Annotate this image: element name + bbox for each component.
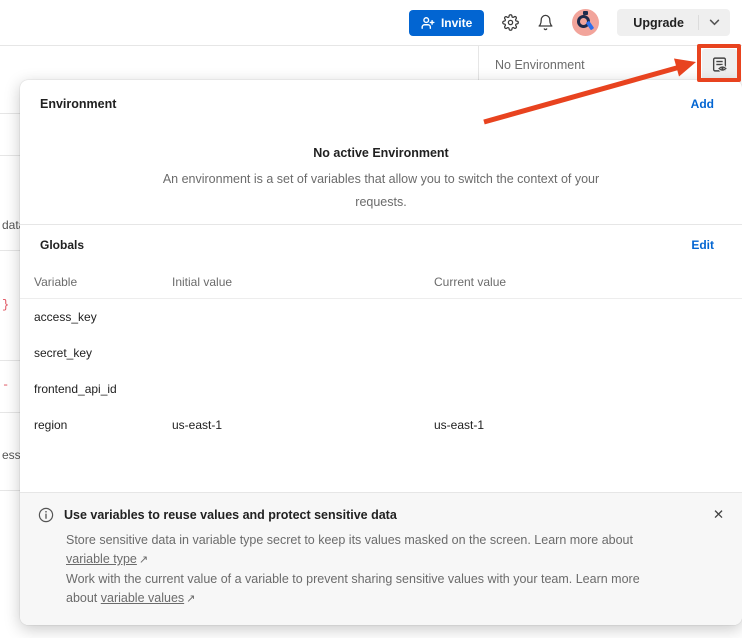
banner-body: Store sensitive data in variable type se… <box>38 531 722 609</box>
add-environment-button[interactable]: Add <box>691 97 714 111</box>
top-bar-actions: Invite Upgrade <box>409 0 730 45</box>
table-row[interactable]: access_key <box>20 299 742 335</box>
table-row[interactable]: secret_key <box>20 335 742 371</box>
empty-state-description: An environment is a set of variables tha… <box>146 168 616 214</box>
variable-values-link[interactable]: variable values <box>101 591 184 605</box>
gear-icon <box>502 14 519 31</box>
close-icon[interactable]: ✕ <box>713 507 724 523</box>
column-header-initial-value: Initial value <box>172 275 434 289</box>
divider <box>0 412 20 413</box>
divider <box>0 360 20 361</box>
variable-name: frontend_api_id <box>34 382 172 396</box>
invite-button-label: Invite <box>441 16 472 30</box>
background-text-fragment: } <box>2 298 20 312</box>
variable-type-link[interactable]: variable type <box>66 552 137 566</box>
background-text-fragment: ess <box>2 448 20 462</box>
avatar-pen <box>586 21 594 31</box>
invite-button[interactable]: Invite <box>409 10 484 36</box>
external-link-icon: ↗ <box>139 551 148 570</box>
globals-title: Globals <box>40 238 84 252</box>
edit-globals-button[interactable]: Edit <box>691 238 714 252</box>
upgrade-button[interactable]: Upgrade <box>617 9 730 36</box>
environment-selector[interactable]: No Environment <box>479 46 700 83</box>
table-header-row: Variable Initial value Current value <box>20 265 742 299</box>
top-bar: Invite Upgrade <box>0 0 742 45</box>
column-header-current-value: Current value <box>434 275 742 289</box>
environment-quick-look-icon <box>711 56 728 73</box>
column-header-variable: Variable <box>34 275 172 289</box>
initial-value: us-east-1 <box>172 418 434 432</box>
divider <box>0 250 20 251</box>
environment-panel-header: Environment Add <box>20 80 742 128</box>
variable-name: secret_key <box>34 346 172 360</box>
chevron-down-icon[interactable] <box>699 19 730 26</box>
avatar[interactable] <box>572 9 599 36</box>
no-active-environment-section: No active Environment An environment is … <box>20 128 742 224</box>
panel-title: Environment <box>40 97 116 111</box>
user-plus-icon <box>421 16 435 30</box>
banner-paragraph: Work with the current value of a variabl… <box>66 570 722 609</box>
variable-name: access_key <box>34 310 172 324</box>
banner-text: Work with the current value of a variabl… <box>66 572 640 586</box>
divider <box>0 113 20 114</box>
banner-title-row: Use variables to reuse values and protec… <box>38 507 722 523</box>
variables-info-banner: Use variables to reuse values and protec… <box>20 492 742 625</box>
environment-bar: No Environment <box>0 45 742 82</box>
globals-variables-table: Variable Initial value Current value acc… <box>20 265 742 443</box>
environment-quick-look-button[interactable] <box>702 49 737 80</box>
banner-text: Store sensitive data in variable type se… <box>66 533 633 547</box>
background-text-fragment: - <box>2 378 20 392</box>
environment-selector-label: No Environment <box>495 58 585 72</box>
background-text-fragment: data <box>2 218 20 232</box>
info-icon <box>38 507 54 523</box>
divider <box>0 490 20 491</box>
table-row[interactable]: frontend_api_id <box>20 371 742 407</box>
banner-title: Use variables to reuse values and protec… <box>64 508 397 522</box>
external-link-icon: ↗ <box>186 590 195 609</box>
upgrade-button-label: Upgrade <box>617 16 698 30</box>
divider <box>0 155 20 156</box>
environment-panel: Environment Add No active Environment An… <box>20 80 742 625</box>
variable-name: region <box>34 418 172 432</box>
empty-state-title: No active Environment <box>20 146 742 160</box>
current-value: us-east-1 <box>434 418 742 432</box>
settings-button[interactable] <box>502 14 519 31</box>
banner-text: about <box>66 591 97 605</box>
globals-header: Globals Edit <box>20 224 742 265</box>
background-page-strip: data } - ess <box>0 82 20 638</box>
bell-icon <box>537 14 554 31</box>
notifications-button[interactable] <box>537 14 554 31</box>
chevron-down-icon <box>677 61 688 68</box>
banner-paragraph: Store sensitive data in variable type se… <box>66 531 722 570</box>
table-row[interactable]: region us-east-1 us-east-1 <box>20 407 742 443</box>
